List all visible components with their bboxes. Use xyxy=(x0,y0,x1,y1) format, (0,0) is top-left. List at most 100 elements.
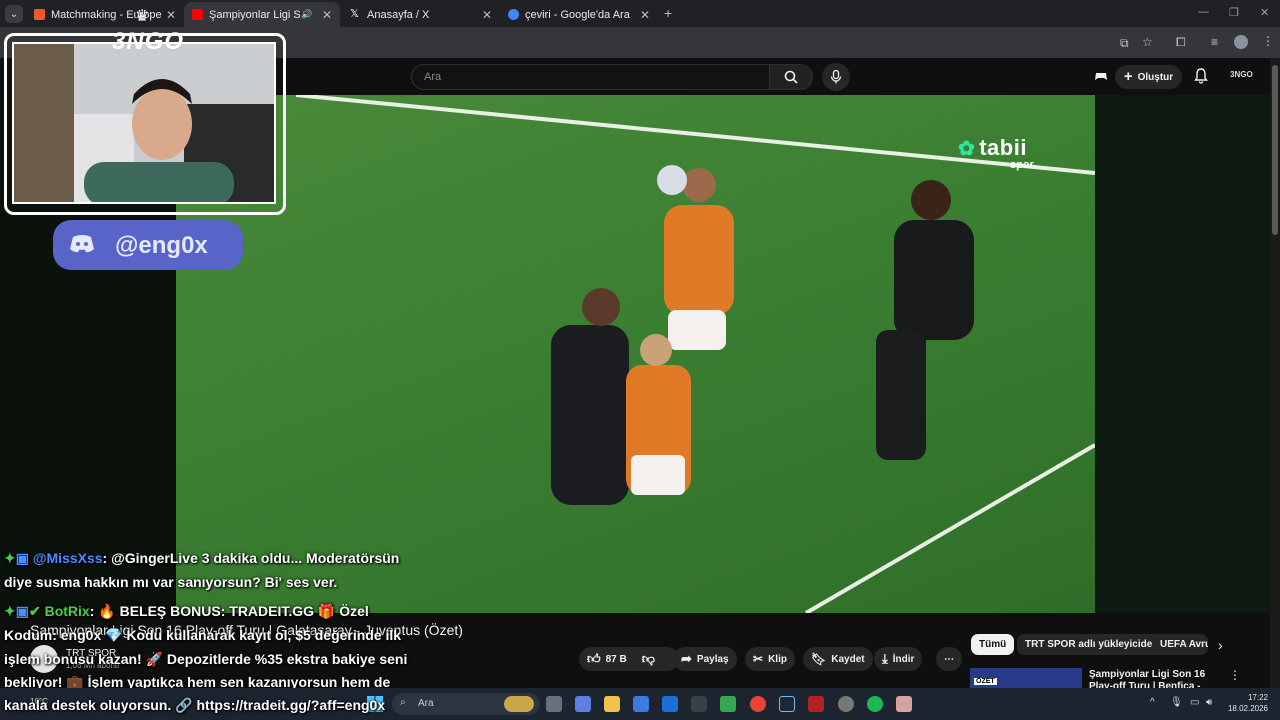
obs-icon[interactable] xyxy=(838,696,854,712)
chat-message: ✦▣✔ BotRix: 🔥 BELEŞ BONUS: TRADEIT.GG 🎁 … xyxy=(4,603,369,620)
tab-close-icon[interactable]: ✕ xyxy=(320,8,334,22)
nvidia-icon[interactable] xyxy=(720,696,736,712)
thumbs-down-icon[interactable]: 👎︎ xyxy=(642,651,655,667)
chip-uploader[interactable]: TRT SPOR adlı yükleyiciden xyxy=(1017,634,1167,655)
search-button[interactable] xyxy=(769,64,813,90)
extensions-icon[interactable]: ⧠ xyxy=(1176,35,1186,50)
taskbar-clock[interactable]: 17:22 18.02.2026 xyxy=(1222,692,1268,714)
speaker-icon[interactable]: 🔊 xyxy=(300,9,314,20)
bookmark-star-icon[interactable]: ☆ xyxy=(1142,35,1153,49)
faceit-favicon-icon xyxy=(34,9,45,20)
clock-time: 17:22 xyxy=(1247,693,1268,702)
store-icon[interactable] xyxy=(633,696,649,712)
chat-badge-icon: ▣ xyxy=(15,550,29,566)
search-highlight-icon xyxy=(504,696,534,712)
copilot-icon[interactable] xyxy=(575,696,591,712)
epic-games-icon[interactable] xyxy=(691,696,707,712)
voice-search-button[interactable] xyxy=(822,63,850,91)
more-actions-button[interactable]: ⋯ xyxy=(936,647,962,671)
tab-label: Şampiyonlar Ligi Son 16 Pla xyxy=(209,8,300,21)
cast-icon[interactable]: ⧉ xyxy=(1120,36,1129,51)
new-tab-button[interactable]: + xyxy=(664,5,672,21)
video-letterbox-right xyxy=(1095,95,1270,613)
recommendation-thumbnail[interactable]: ÖZET xyxy=(970,668,1082,688)
tab-label: çeviri - Google'da Ara xyxy=(525,8,630,21)
tabii-flower-icon: ✿ xyxy=(958,138,975,160)
ball xyxy=(657,165,687,195)
maximize-icon[interactable]: ❐ xyxy=(1229,6,1239,19)
browser-menu-icon[interactable]: ⋮ xyxy=(1262,34,1274,48)
discord-handle: @eng0x xyxy=(115,232,208,259)
tab-close-icon[interactable]: ✕ xyxy=(164,8,178,22)
chat-message: ✦▣ @MissXss: @GingerLive 3 dakika oldu..… xyxy=(4,550,399,567)
tab-label: Anasayfa / X xyxy=(367,8,430,21)
scissors-icon: ✂ xyxy=(753,652,764,666)
chip-uefa[interactable]: UEFA Avru xyxy=(1152,634,1208,655)
search-input[interactable]: Ara xyxy=(411,64,769,90)
tab-close-icon[interactable]: ✕ xyxy=(480,8,494,22)
thumb-badge: ÖZET xyxy=(974,678,997,685)
more-vertical-icon[interactable]: ⋮ xyxy=(1229,668,1241,682)
share-button[interactable]: ➦ Paylaş xyxy=(673,647,737,671)
game-controller-icon[interactable] xyxy=(1094,69,1108,88)
tabii-spor-watermark: ✿ tabii spor xyxy=(958,135,1034,171)
file-explorer-icon[interactable] xyxy=(604,696,620,712)
volume-icon[interactable]: 🔊︎ xyxy=(1206,697,1212,708)
profile-avatar[interactable] xyxy=(1234,35,1248,49)
tab-close-icon[interactable]: ✕ xyxy=(638,8,652,22)
pinned-app-icon[interactable] xyxy=(896,696,912,712)
like-count: 87 B xyxy=(605,653,627,665)
chat-badge-icon: ▣ xyxy=(15,603,29,619)
spotify-icon[interactable] xyxy=(867,696,883,712)
player-orange-2 xyxy=(626,334,691,495)
app-x-icon[interactable] xyxy=(662,696,678,712)
browser-tab-youtube[interactable]: Şampiyonlar Ligi Son 16 Pla 🔊 ✕ xyxy=(184,2,340,27)
steam-icon[interactable] xyxy=(779,696,795,712)
notifications-bell-icon[interactable] xyxy=(1194,68,1208,89)
browser-tab-x[interactable]: 𝕏 Anasayfa / X ✕ xyxy=(342,2,500,27)
tray-chevron-up-icon[interactable]: ^ xyxy=(1150,697,1155,708)
like-dislike-group[interactable]: 👍︎ 87 B 👎︎ xyxy=(579,647,679,671)
webcam-feed xyxy=(12,42,276,204)
minimize-icon[interactable]: — xyxy=(1198,6,1209,18)
browser-tab-matchmaking[interactable]: Matchmaking - Europe ✕ xyxy=(26,2,184,27)
verified-badge-icon: ✔ xyxy=(28,603,41,619)
chat-text: : @GingerLive 3 dakika oldu... Moderatör… xyxy=(102,550,400,566)
microphone-icon xyxy=(830,70,842,84)
chat-badge-icon: ✦ xyxy=(4,603,16,619)
thumbs-up-icon: 👍︎ xyxy=(587,651,601,666)
clip-button[interactable]: ✂ Klip xyxy=(745,647,795,671)
google-favicon-icon xyxy=(508,9,519,20)
tab-search-button[interactable]: ⌄ xyxy=(5,5,23,23)
reading-list-icon[interactable]: ≡ xyxy=(1211,35,1218,49)
chat-text: : 🔥 BELEŞ BONUS: TRADEIT.GG 🎁 Özel xyxy=(89,603,369,619)
scrollbar-thumb[interactable] xyxy=(1272,65,1278,235)
chrome-icon[interactable] xyxy=(750,696,766,712)
youtube-favicon-icon xyxy=(192,9,203,20)
browser-tab-google[interactable]: çeviri - Google'da Ara ✕ xyxy=(500,2,658,27)
chat-badge-icon: ✦ xyxy=(4,550,16,566)
download-icon: ⤓ xyxy=(882,651,888,666)
create-button[interactable]: + Oluştur xyxy=(1115,65,1182,89)
chevron-right-icon[interactable]: › xyxy=(1218,637,1223,653)
channel-avatar[interactable]: 3NGO xyxy=(1230,70,1253,79)
task-view-icon[interactable] xyxy=(546,696,562,712)
save-button[interactable]: 🔖︎ Kaydet xyxy=(803,647,873,671)
share-icon: ➦ xyxy=(681,651,692,666)
chat-message-continuation: kanala destek oluyorsun. 🔗 https://trade… xyxy=(4,697,386,713)
chip-all[interactable]: Tümü xyxy=(971,634,1015,655)
taskbar-search-icon: ⌕ xyxy=(400,697,406,708)
download-button[interactable]: ⤓ İndir xyxy=(874,647,923,671)
video-frame[interactable] xyxy=(176,95,1095,613)
antivirus-icon[interactable] xyxy=(808,696,824,712)
clock-date: 18.02.2026 xyxy=(1227,704,1268,713)
microphone-tray-icon[interactable]: 🎙︎ xyxy=(1170,697,1183,708)
discord-badge: @eng0x xyxy=(53,220,243,270)
plus-icon: + xyxy=(1123,68,1133,85)
player-orange-1 xyxy=(664,168,734,350)
x-favicon-icon: 𝕏 xyxy=(350,8,359,20)
network-icon[interactable]: ▭ xyxy=(1190,697,1199,708)
close-window-icon[interactable]: ✕ xyxy=(1260,6,1269,19)
football-pitch-scene xyxy=(295,95,1095,613)
chat-username: BotRix xyxy=(44,603,90,619)
